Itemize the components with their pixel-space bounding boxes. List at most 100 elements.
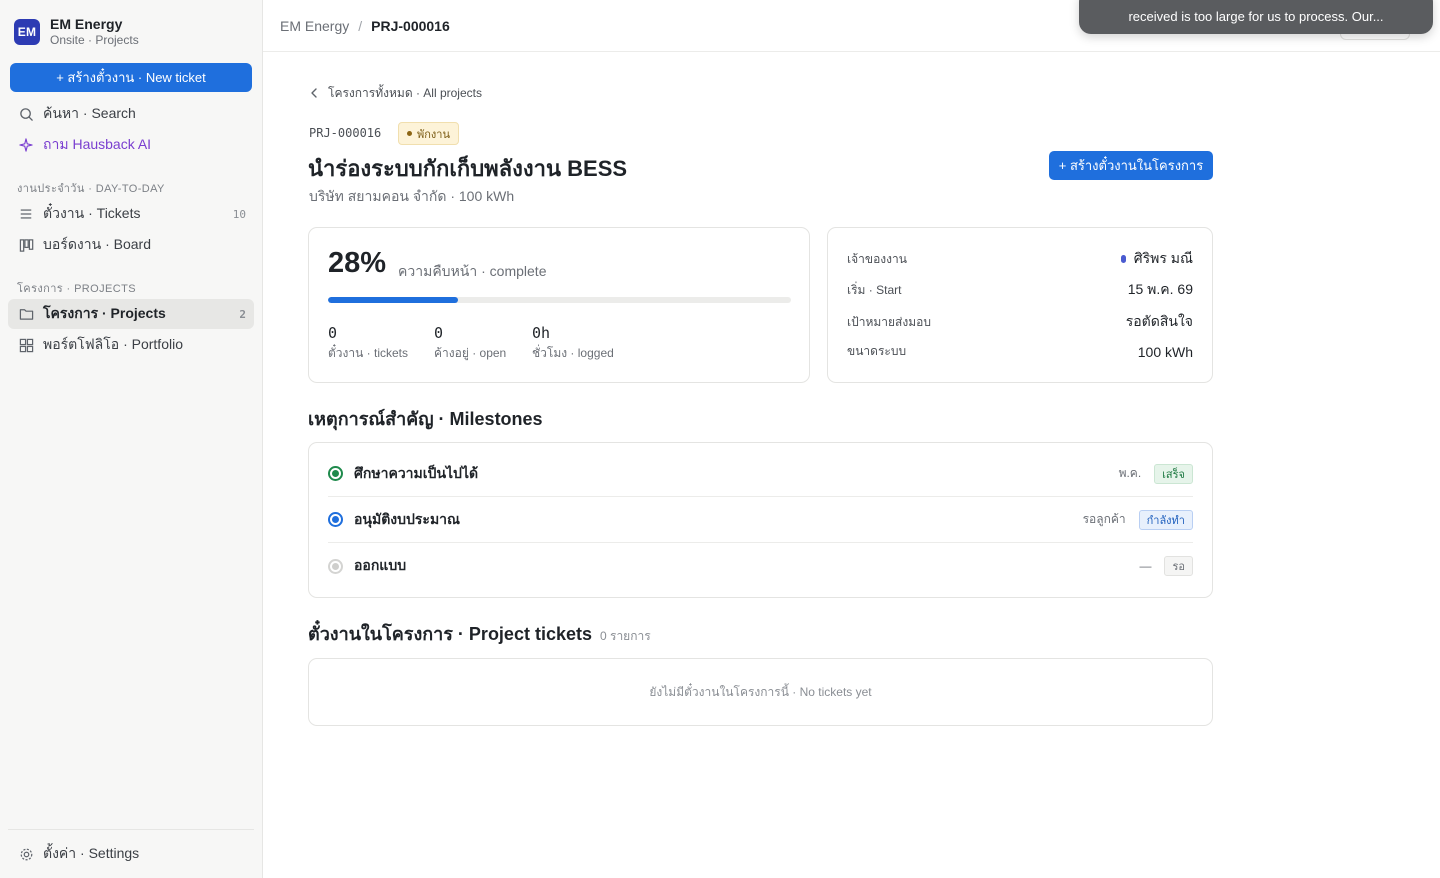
milestone-status-badge: เสร็จ xyxy=(1154,463,1193,484)
stat-label: ค้างอยู่ · open xyxy=(434,346,507,360)
milestone-done-icon xyxy=(328,466,343,481)
info-key: เป้าหมายส่งมอบ xyxy=(847,314,931,329)
folder-icon xyxy=(18,306,34,322)
sidebar-item-label: ตั้งค่า · Settings xyxy=(43,845,140,861)
progress-bar-fill xyxy=(328,297,458,303)
org-subtitle: Onsite · Projects xyxy=(50,33,139,47)
milestones-heading: เหตุการณ์สำคัญ · Milestones xyxy=(308,409,543,429)
info-value: 15 พ.ค. 69 xyxy=(1127,281,1193,297)
owner-field[interactable]: ศิริพร มณี xyxy=(1120,248,1193,270)
status-fill xyxy=(332,562,339,570)
sidebar: EM EM Energy Onsite · Projects + สร้างตั… xyxy=(0,0,263,878)
milestone-date: พ.ค. xyxy=(1118,466,1142,480)
project-code: PRJ-000016 xyxy=(309,126,382,140)
progress-label: ความคืบหน้า · complete xyxy=(398,263,547,279)
milestone-name: อนุมัติงบประมาณ xyxy=(354,510,461,527)
project-info-card: เจ้าของงาน ศิริพร มณี เริ่ม · Start 15 พ… xyxy=(827,227,1213,383)
empty-state-text: ยังไม่มีตั๋วงานในโครงการนี้ · No tickets… xyxy=(649,684,872,699)
sidebar-item-label: โครงการ · Projects xyxy=(43,305,166,321)
error-toast[interactable]: received is too large for us to process.… xyxy=(1079,0,1433,34)
section-title-text: ตั๋วงานในโครงการ · Project tickets xyxy=(308,624,592,644)
sidebar-item-label: ตั๋วงาน · Tickets xyxy=(43,205,141,221)
milestone-date: รอลูกค้า xyxy=(1082,512,1126,526)
stat-logged: 0h ชั่วโมง · logged xyxy=(532,324,614,363)
project-tickets-empty-state: ยังไม่มีตั๋วงานในโครงการนี้ · No tickets… xyxy=(308,658,1213,726)
stat-open: 0 ค้างอยู่ · open xyxy=(434,324,506,363)
sidebar-item-label: ค้นหา · Search xyxy=(43,105,136,121)
status-label: พักงาน xyxy=(417,128,450,141)
milestone-status-badge: รอ xyxy=(1164,556,1193,576)
milestone-date: — xyxy=(1139,559,1152,573)
back-link-label: โครงการทั้งหมด · All projects xyxy=(328,86,482,100)
progress-card: 28% ความคืบหน้า · complete 0 ตั๋วงาน · t… xyxy=(308,227,810,383)
info-row-target: เป้าหมายส่งมอบ รอตัดสินใจ xyxy=(847,311,1193,333)
milestone-row[interactable]: ศึกษาความเป็นไปได้ พ.ค. เสร็จ xyxy=(328,451,1193,497)
status-dot xyxy=(407,131,412,136)
sidebar-item-ai[interactable]: ถาม Hausback AI xyxy=(8,130,254,160)
project-tickets-heading: ตั๋วงานในโครงการ · Project tickets 0 รายก… xyxy=(308,619,651,648)
stat-label: ตั๋วงาน · tickets xyxy=(328,346,409,360)
milestones-card: ศึกษาความเป็นไปได้ พ.ค. เสร็จ อนุมัติงบป… xyxy=(308,442,1213,598)
info-value: ศิริพร มณี xyxy=(1133,250,1193,266)
project-subtitle: บริษัท สยามคอน จำกัด · 100 kWh xyxy=(309,188,515,204)
sidebar-item-tickets[interactable]: ตั๋วงาน · Tickets 10 xyxy=(8,199,254,229)
org-avatar: EM xyxy=(14,19,40,45)
list-icon xyxy=(18,206,34,222)
info-row-owner: เจ้าของงาน ศิริพร มณี xyxy=(847,248,1193,270)
section-label-projects: โครงการ · PROJECTS xyxy=(17,283,136,295)
create-project-ticket-button[interactable]: + สร้างตั๋วงานในโครงการ xyxy=(1049,151,1213,180)
sidebar-item-search[interactable]: ค้นหา · Search xyxy=(8,99,254,129)
info-row-start: เริ่ม · Start 15 พ.ค. 69 xyxy=(847,279,1193,301)
milestone-row[interactable]: อนุมัติงบประมาณ รอลูกค้า กำลังทำ xyxy=(328,497,1193,543)
breadcrumb-current: PRJ-000016 xyxy=(371,17,450,34)
org-switcher[interactable]: EM EM Energy Onsite · Projects xyxy=(14,16,139,48)
milestone-status-badge: กำลังทำ xyxy=(1138,509,1193,530)
info-key: เจ้าของงาน xyxy=(847,251,907,266)
sidebar-item-settings[interactable]: ตั้งค่า · Settings xyxy=(8,839,254,869)
sparkle-icon xyxy=(18,137,34,153)
tickets-count-label: 0 รายการ xyxy=(599,629,651,643)
milestone-name: ศึกษาความเป็นไปได้ xyxy=(354,464,479,481)
section-label-day-to-day: งานประจำวัน · DAY-TO-DAY xyxy=(17,183,165,195)
progress-bar xyxy=(328,297,791,303)
sidebar-item-projects[interactable]: โครงการ · Projects 2 xyxy=(8,299,254,329)
milestone-pending-icon xyxy=(328,558,343,574)
milestone-name: ออกแบบ xyxy=(354,557,407,573)
settings-icon xyxy=(18,846,34,862)
milestone-row[interactable]: ออกแบบ — รอ xyxy=(328,543,1193,589)
sidebar-item-portfolio[interactable]: พอร์ตโฟลิโอ · Portfolio xyxy=(8,330,254,360)
grid-icon xyxy=(18,337,34,353)
stat-tickets: 0 ตั๋วงาน · tickets xyxy=(328,324,408,363)
info-key: ขนาดระบบ xyxy=(847,344,907,358)
chevron-left-icon xyxy=(310,87,318,101)
projects-count: 2 xyxy=(239,307,246,321)
breadcrumb-separator: / xyxy=(358,17,363,34)
stat-value: 0 xyxy=(434,324,444,342)
sidebar-item-label: ถาม Hausback AI xyxy=(43,136,152,152)
sidebar-item-label: บอร์ดงาน · Board xyxy=(43,236,151,252)
milestone-active-icon xyxy=(328,512,343,527)
info-value: รอตัดสินใจ xyxy=(1125,313,1193,329)
board-icon xyxy=(18,237,34,253)
stat-value: 0 xyxy=(328,324,338,342)
avatar xyxy=(1120,255,1126,263)
info-row-size: ขนาดระบบ 100 kWh xyxy=(847,342,1193,361)
info-key: เริ่ม · Start xyxy=(847,282,902,297)
status-fill xyxy=(332,470,339,477)
page-title: นำร่องระบบกักเก็บพลังงาน BESS xyxy=(308,156,628,181)
org-name: EM Energy xyxy=(50,16,123,32)
breadcrumb-org[interactable]: EM Energy xyxy=(280,18,349,34)
toast-message: received is too large for us to process.… xyxy=(1128,9,1384,24)
back-to-projects-link[interactable]: โครงการทั้งหมด · All projects xyxy=(310,84,482,103)
sidebar-item-board[interactable]: บอร์ดงาน · Board xyxy=(8,230,254,260)
search-icon xyxy=(18,106,34,122)
tickets-count: 10 xyxy=(232,207,246,221)
sidebar-item-label: พอร์ตโฟลิโอ · Portfolio xyxy=(43,336,183,352)
stat-value: 0h xyxy=(532,324,551,342)
info-value: 100 kWh xyxy=(1137,343,1193,360)
status-badge: พักงาน xyxy=(398,122,459,145)
stat-label: ชั่วโมง · logged xyxy=(532,346,614,360)
progress-percent: 28% xyxy=(328,247,387,279)
divider xyxy=(8,829,254,830)
new-ticket-button[interactable]: + สร้างตั๋วงาน · New ticket xyxy=(10,63,252,92)
